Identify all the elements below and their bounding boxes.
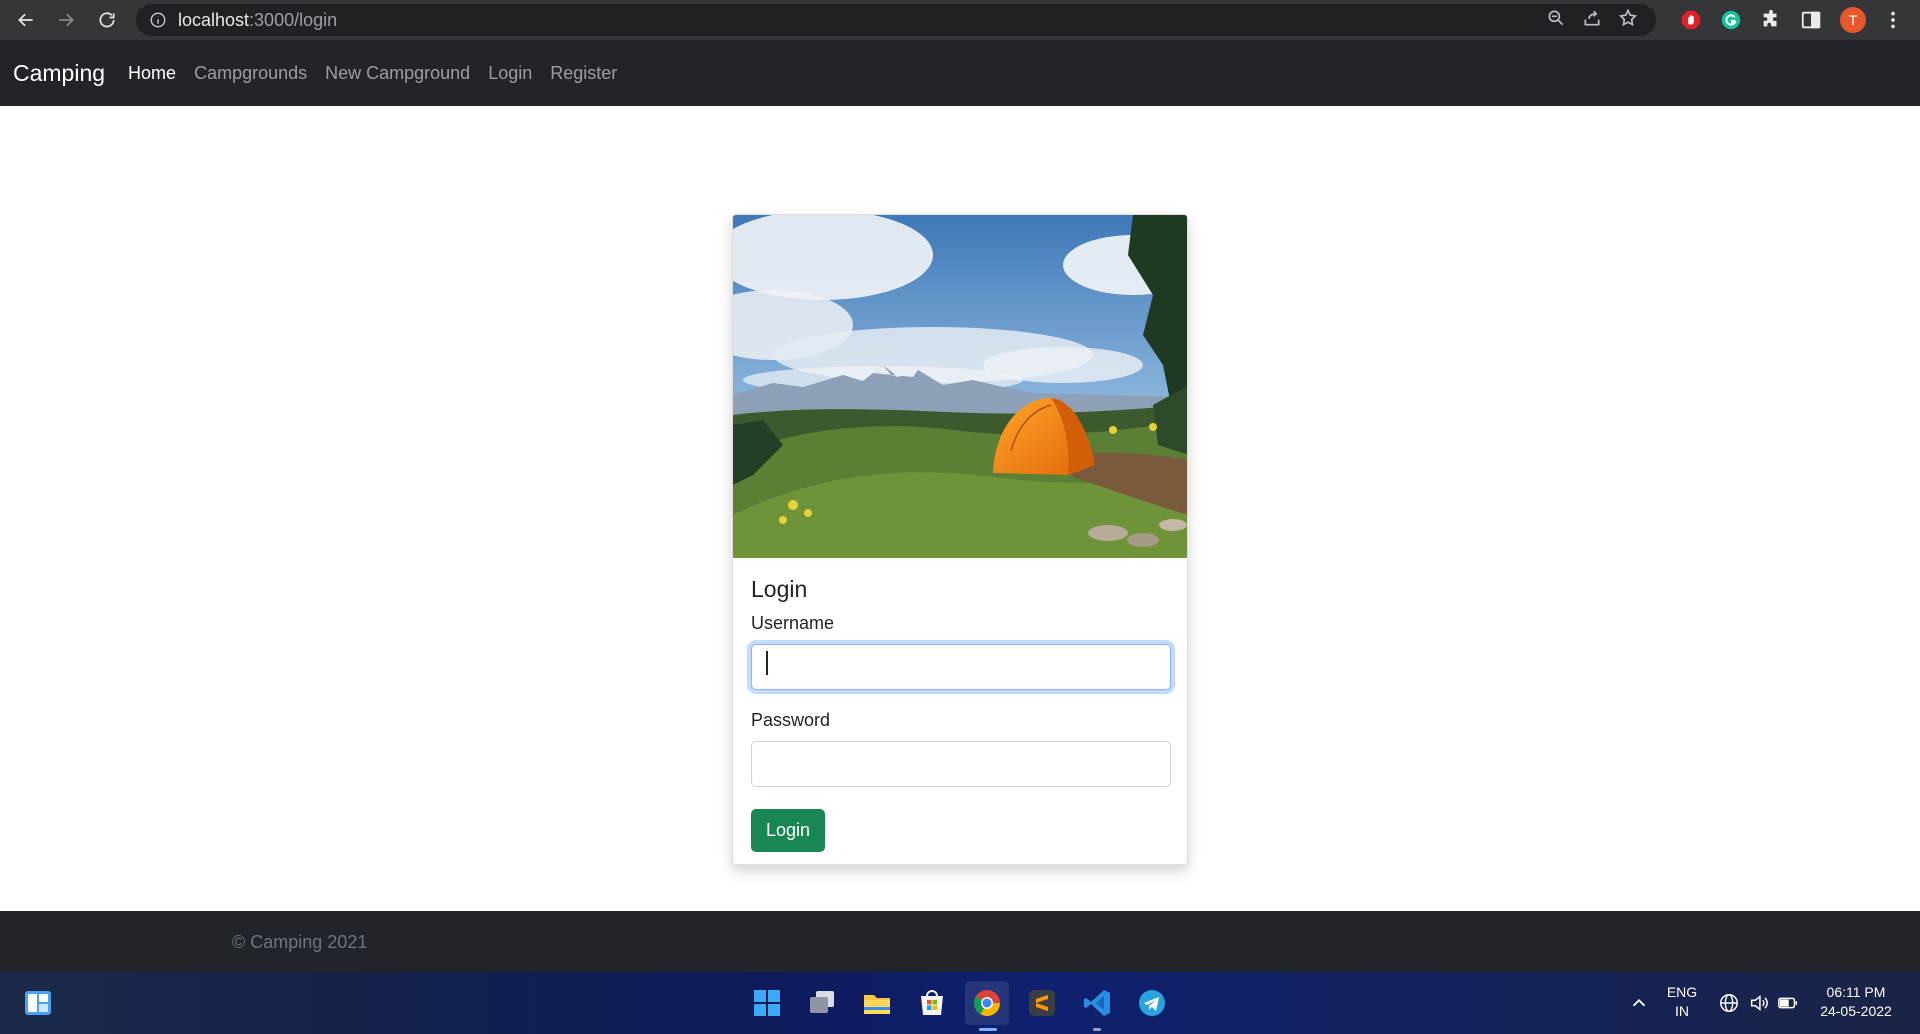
chrome-taskbar-icon[interactable] [965,981,1009,1025]
login-title: Login [751,576,808,602]
password-label: Password [751,710,831,730]
chrome-active-indicator [979,1028,997,1031]
vscode-running-indicator [1093,1028,1101,1031]
login-submit-button[interactable]: Login [751,809,826,852]
network-globe-icon[interactable] [1718,992,1740,1019]
forward-arrow-icon[interactable] [46,0,86,40]
grammarly-extension-icon[interactable] [1714,0,1748,40]
nav-link-home[interactable]: Home [128,63,176,84]
login-card: Login Username Password Login [732,214,1188,865]
footer-copyright: © Camping 2021 [232,932,368,952]
vscode-icon[interactable] [1079,985,1115,1021]
username-label: Username [751,613,835,633]
url-text: localhost:3000/login [178,9,338,30]
volume-icon[interactable] [1748,992,1770,1019]
side-panel-icon[interactable] [1794,0,1828,40]
file-explorer-icon[interactable] [859,985,895,1021]
nav-link-register[interactable]: Register [550,63,617,84]
bookmark-star-icon[interactable] [1618,8,1638,33]
language-indicator[interactable]: ENG IN [1662,983,1702,1021]
browser-toolbar: localhost:3000/login T [0,0,1920,40]
share-icon[interactable] [1582,8,1602,33]
site-navbar: Camping Home Campgrounds New Campground … [0,40,1920,106]
site-footer: © Camping 2021 [0,911,1920,972]
password-input[interactable] [751,741,1171,787]
clock[interactable]: 06:11 PM 24-05-2022 [1810,983,1902,1021]
show-hidden-icons-chevron-icon[interactable] [1628,992,1650,1019]
microsoft-store-icon[interactable] [914,985,950,1021]
address-bar[interactable]: localhost:3000/login [136,4,1656,36]
username-input[interactable] [751,644,1171,690]
windows-taskbar: ENG IN 06:11 PM 24-05-2022 [0,972,1920,1034]
extensions-puzzle-icon[interactable] [1754,0,1788,40]
telegram-icon[interactable] [1134,985,1170,1021]
site-info-icon[interactable] [148,10,168,30]
browser-menu-icon[interactable] [1876,0,1910,40]
nav-link-login[interactable]: Login [488,63,532,84]
profile-avatar[interactable]: T [1836,0,1870,40]
task-view-icon[interactable] [804,985,840,1021]
navbar-brand[interactable]: Camping [13,60,105,87]
camping-tent-image [733,215,1187,558]
battery-icon[interactable] [1777,992,1799,1019]
widgets-icon[interactable] [20,985,56,1021]
text-cursor [766,651,768,675]
back-arrow-icon[interactable] [6,0,46,40]
reload-icon[interactable] [87,0,127,40]
zoom-icon[interactable] [1546,8,1566,33]
nav-link-new-campground[interactable]: New Campground [325,63,470,84]
sublime-text-icon[interactable] [1024,985,1060,1021]
windows-start-icon[interactable] [749,985,785,1021]
nav-link-campgrounds[interactable]: Campgrounds [194,63,307,84]
adblock-extension-icon[interactable] [1674,0,1708,40]
